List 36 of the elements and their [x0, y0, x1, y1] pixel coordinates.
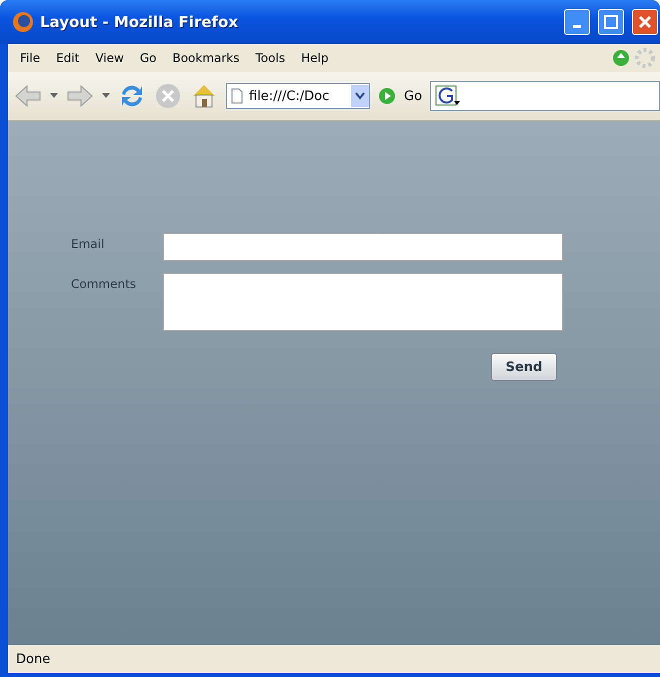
forward-arrow-icon[interactable]	[66, 82, 94, 110]
menu-item[interactable]: Edit	[48, 51, 88, 65]
minimize-icon	[573, 24, 581, 28]
maximize-button[interactable]	[598, 9, 624, 35]
go-icon[interactable]	[378, 87, 396, 105]
menu-item[interactable]: View	[87, 51, 132, 65]
back-arrow-icon[interactable]	[14, 82, 42, 110]
field-label: Comments	[71, 276, 138, 293]
address-field[interactable]: file:///C:/Doc	[226, 83, 370, 109]
menu-item[interactable]: Go	[132, 51, 164, 65]
send-button[interactable]: Send	[491, 353, 557, 381]
caret-icon[interactable]	[50, 93, 58, 99]
page-icon	[231, 88, 243, 104]
close-button[interactable]	[632, 9, 658, 35]
maximize-icon	[604, 15, 618, 29]
caret-icon[interactable]	[102, 93, 110, 99]
status-text: Done	[16, 652, 50, 666]
window-title: Layout - Mozilla Firefox	[40, 13, 240, 31]
throbber-icon	[634, 47, 656, 69]
menu-item[interactable]: Bookmarks	[164, 51, 248, 65]
search-engine-icon[interactable]	[435, 85, 462, 107]
update-icon[interactable]	[612, 49, 630, 67]
comments-field[interactable]	[163, 273, 563, 331]
minimize-button[interactable]	[564, 9, 590, 35]
go-button[interactable]: Go	[404, 88, 422, 104]
email-field[interactable]	[163, 233, 563, 261]
browser-logo-icon	[12, 11, 34, 33]
chevron-down-icon	[355, 92, 365, 100]
dropdown-button[interactable]	[351, 85, 369, 107]
field-label: Email	[71, 236, 106, 253]
menu-item[interactable]: Tools	[248, 51, 294, 65]
menu-item[interactable]: Help	[293, 51, 336, 65]
stop-icon[interactable]	[154, 82, 182, 110]
menu-item[interactable]: File	[12, 51, 48, 65]
search-field[interactable]	[430, 81, 660, 111]
close-icon	[638, 15, 652, 29]
